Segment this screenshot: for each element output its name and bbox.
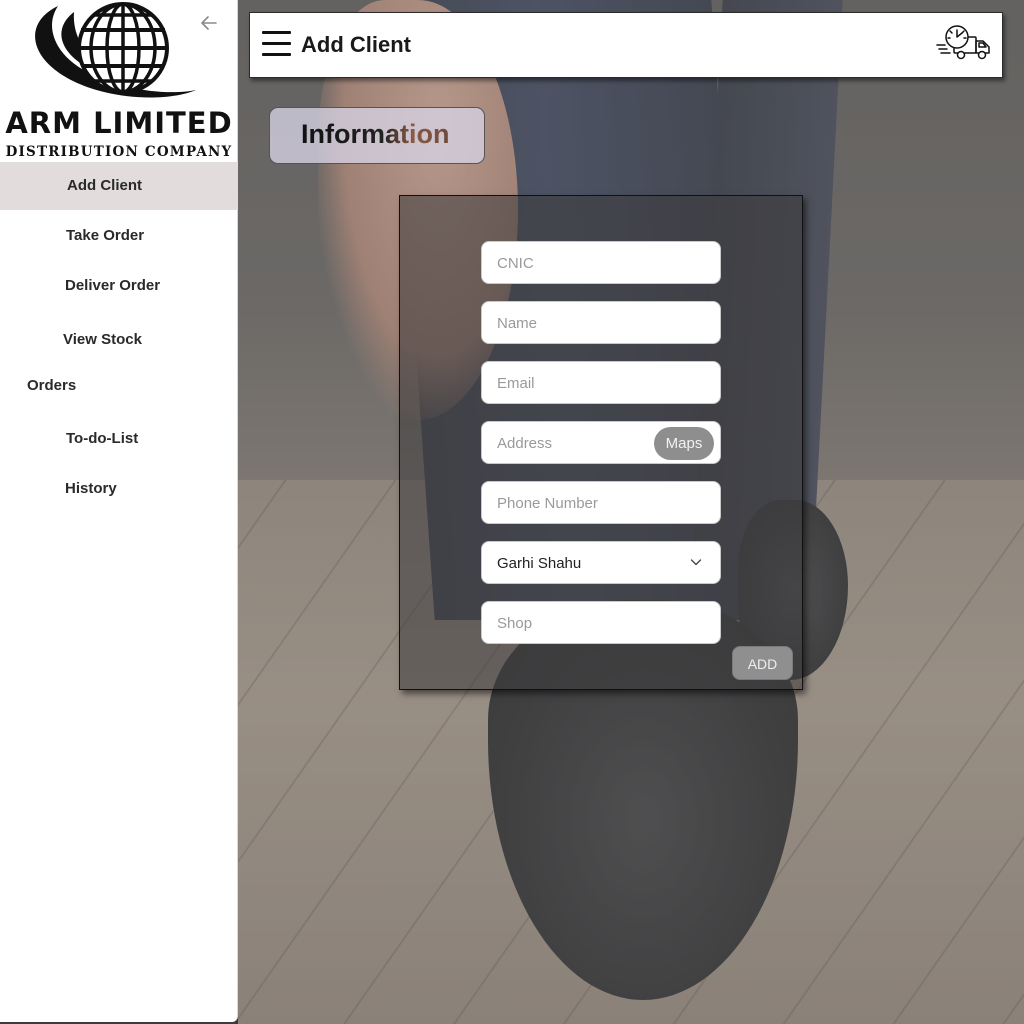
sidebar-item-label: Add Client [67, 177, 142, 194]
sidebar: ARM LIMITED DISTRIBUTION COMPANY Add Cli… [0, 0, 238, 1022]
sidebar-item-label: Orders [27, 377, 77, 394]
phone-number-field[interactable]: Phone Number [481, 481, 721, 524]
sidebar-item-label: Deliver Order [65, 277, 161, 294]
sidebar-item-view-stock[interactable]: View Stock [0, 316, 238, 364]
sidebar-item-label: History [65, 480, 117, 497]
shop-placeholder: Shop [497, 615, 533, 632]
top-app-bar: Add Client [249, 12, 1003, 78]
sidebar-item-label: Take Order [66, 227, 145, 244]
sidebar-item-to-do-list[interactable]: To-do-List [0, 415, 238, 463]
brand-tagline: DISTRIBUTION COMPANY [5, 144, 233, 160]
address-placeholder: Address [497, 435, 553, 452]
brand-name: ARM LIMITED [5, 106, 233, 140]
email-field[interactable]: Email [481, 361, 721, 404]
shop-field[interactable]: Shop [481, 601, 721, 644]
sidebar-item-history[interactable]: History [0, 465, 238, 513]
page-title: Add Client [301, 32, 411, 57]
name-placeholder: Name [497, 315, 538, 332]
maps-button[interactable]: Maps [654, 427, 714, 460]
phone-number-placeholder: Phone Number [497, 495, 598, 512]
cnic-placeholder: CNIC [497, 255, 534, 272]
chevron-down-icon [690, 559, 702, 566]
sidebar-item-orders[interactable]: Orders [0, 362, 238, 410]
globe-logo-icon [35, 2, 196, 98]
area-selected-value: Garhi Shahu [497, 555, 582, 572]
section-title-badge: Information [269, 107, 485, 164]
name-field[interactable]: Name [481, 301, 721, 344]
add-button[interactable]: ADD [732, 646, 793, 680]
sidebar-item-take-order[interactable]: Take Order [0, 212, 238, 260]
address-field[interactable]: Address Maps [481, 421, 721, 464]
area-select[interactable]: Garhi Shahu [481, 541, 721, 584]
add-client-form: CNIC Name Email Address Maps Phone Numbe… [399, 195, 803, 690]
sidebar-item-deliver-order[interactable]: Deliver Order [0, 262, 238, 310]
hamburger-menu-icon[interactable] [262, 31, 291, 57]
sidebar-item-label: To-do-List [66, 430, 139, 447]
collapse-sidebar-button[interactable] [198, 14, 220, 36]
cnic-field[interactable]: CNIC [481, 241, 721, 284]
sidebar-item-add-client[interactable]: Add Client [0, 162, 238, 210]
sidebar-item-label: View Stock [63, 331, 142, 348]
fast-delivery-truck-icon [936, 25, 990, 60]
section-title: Information [301, 119, 450, 149]
arrow-left-icon [201, 16, 217, 30]
email-placeholder: Email [497, 375, 535, 392]
